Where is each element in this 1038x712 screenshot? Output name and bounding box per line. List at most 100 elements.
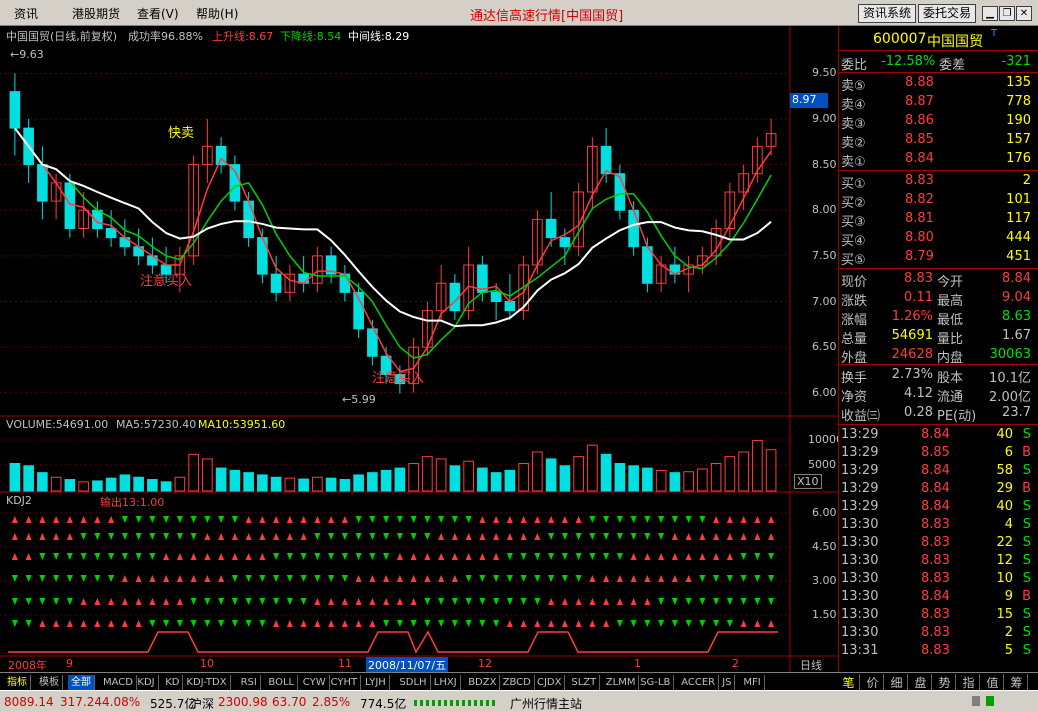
kdj-down-arrow <box>603 553 610 560</box>
menu-view[interactable]: 查看(V) <box>137 5 179 22</box>
tick-row-cell: 13:29 <box>841 463 879 478</box>
panel-tab[interactable]: 盘 <box>910 674 932 690</box>
indicator-tab[interactable]: KD <box>162 675 184 690</box>
indicator-tab[interactable]: 指标 <box>4 675 31 690</box>
volume-bar <box>710 463 722 492</box>
kdj-down-arrow <box>740 553 747 560</box>
kdj-down-arrow <box>548 553 555 560</box>
indicator-tab[interactable]: ZLMM <box>603 675 640 690</box>
kdj-up-arrow <box>603 598 610 605</box>
kdj-up-arrow <box>451 575 458 582</box>
kdj-up-arrow <box>355 598 362 605</box>
kdj-up-arrow <box>754 620 761 627</box>
kdj-up-arrow <box>135 620 142 627</box>
stat-row-cell: 0.11 <box>904 290 933 305</box>
kdj-up-arrow <box>479 516 486 523</box>
kdj-down-arrow <box>754 553 761 560</box>
indicator-tab[interactable]: LHXJ <box>431 675 461 690</box>
indicator-tab[interactable]: SLZT <box>568 675 601 690</box>
kdj-down-arrow <box>355 516 362 523</box>
kdj-down-arrow <box>190 516 197 523</box>
indicator-tab[interactable]: BDZX <box>465 675 501 690</box>
kdj-up-arrow <box>218 575 225 582</box>
indicator-tab[interactable]: LYJH <box>362 675 390 690</box>
indicator-tab[interactable]: SDLH <box>396 675 431 690</box>
kdj-up-arrow <box>589 620 596 627</box>
indicator-tab[interactable]: CYW <box>300 675 330 690</box>
kdj-up-arrow <box>671 553 678 560</box>
menu-hk-futures[interactable]: 港股期货 <box>72 5 120 22</box>
weibi-row: 委比 -12.58% 委差 -321 <box>839 53 1035 73</box>
kdj-down-arrow <box>25 598 32 605</box>
kline-chart[interactable] <box>0 26 838 672</box>
indicator-tab[interactable]: ZBCD <box>500 675 535 690</box>
minimize-icon[interactable]: ▁ <box>982 6 998 21</box>
kdj-down-arrow <box>163 620 170 627</box>
kdj-tick: 6.00 <box>812 506 837 519</box>
kdj-up-arrow <box>25 553 32 560</box>
restore-icon[interactable]: ❐ <box>999 6 1015 21</box>
menu-info[interactable]: 资讯 <box>14 5 38 22</box>
panel-tab[interactable]: 价 <box>862 674 884 690</box>
panel-tab[interactable]: 势 <box>934 674 956 690</box>
kdj-down-arrow <box>94 553 101 560</box>
chart-area[interactable]: 中国国贸(日线,前复权) 成功率96.88% 上升线:8.67 下降线:8.54… <box>0 26 843 673</box>
stat2-row-cell: 2.73% <box>891 367 933 382</box>
indicator-tab[interactable]: CYHT <box>328 675 362 690</box>
indicator-tab[interactable]: 模板 <box>36 675 63 690</box>
sell-level: 卖② 8.85 157 <box>839 131 1035 151</box>
volume-bar <box>765 449 777 492</box>
kdj-down-arrow <box>369 553 376 560</box>
volume-bar <box>284 477 296 492</box>
close-icon[interactable]: ✕ <box>1016 6 1032 21</box>
kdj-up-arrow <box>66 533 73 540</box>
signal-sell: 快卖 <box>168 126 195 141</box>
sell-level-cell: 176 <box>1006 151 1031 166</box>
kdj-down-arrow <box>671 598 678 605</box>
indicator-tab[interactable]: BOLL <box>265 675 299 690</box>
indicator-tab[interactable]: JS <box>719 675 736 690</box>
indicator-tab[interactable]: CJDX <box>534 675 566 690</box>
buy-level-cell: 117 <box>1006 211 1031 226</box>
price-tick: 8.00 <box>812 203 837 217</box>
kdj-down-arrow <box>259 598 266 605</box>
kdj-down-arrow <box>506 598 513 605</box>
kdj-up-arrow <box>121 598 128 605</box>
kdj-up-arrow <box>754 533 761 540</box>
buy-level-cell: 8.81 <box>905 211 934 226</box>
indicator-tab[interactable]: ACCER <box>678 675 720 690</box>
tick-row-cell: 2 <box>1004 625 1013 640</box>
menu-help[interactable]: 帮助(H) <box>196 5 238 22</box>
indicator-tab[interactable]: MACD <box>100 675 137 690</box>
panel-tab[interactable]: 指 <box>958 674 980 690</box>
period-label[interactable]: 日线 <box>800 657 822 673</box>
kdj-up-arrow <box>341 516 348 523</box>
volume-bar <box>449 465 461 492</box>
kdj-down-arrow <box>273 575 280 582</box>
indicator-tab[interactable]: MFI <box>740 675 765 690</box>
kdj-up-arrow <box>135 575 142 582</box>
panel-tab[interactable]: 筹 <box>1006 674 1028 690</box>
panel-tab[interactable]: 细 <box>886 674 908 690</box>
indicator-tab[interactable]: 全部 <box>68 675 95 690</box>
indicator-tab[interactable]: KDJ-TDX <box>183 675 231 690</box>
kdj-up-arrow <box>108 516 115 523</box>
indicator-tab[interactable]: SG-LB <box>637 675 675 690</box>
panel-tab[interactable]: 值 <box>982 674 1004 690</box>
volume-bar <box>243 472 254 492</box>
trade-button[interactable]: 委托交易 <box>918 4 976 23</box>
indicator-tab[interactable]: RSI <box>238 675 261 690</box>
kdj-down-arrow <box>383 516 390 523</box>
kdj-down-arrow <box>685 516 692 523</box>
kdj-down-arrow <box>355 553 362 560</box>
kdj-down-arrow <box>410 533 417 540</box>
kdj-down-arrow <box>658 598 665 605</box>
candle-body <box>64 182 76 229</box>
info-system-button[interactable]: 资讯系统 <box>858 4 916 23</box>
panel-tab[interactable]: 笔 <box>838 674 860 690</box>
tick-row-cell: 8.85 <box>921 445 950 460</box>
menu-bar: 资讯 港股期货 查看(V) 帮助(H) 通达信高速行情[中国国贸] 资讯系统 委… <box>0 0 1038 26</box>
kdj-up-arrow <box>465 533 472 540</box>
indicator-tab[interactable]: KDJ <box>134 675 159 690</box>
volume-bar <box>463 460 474 492</box>
